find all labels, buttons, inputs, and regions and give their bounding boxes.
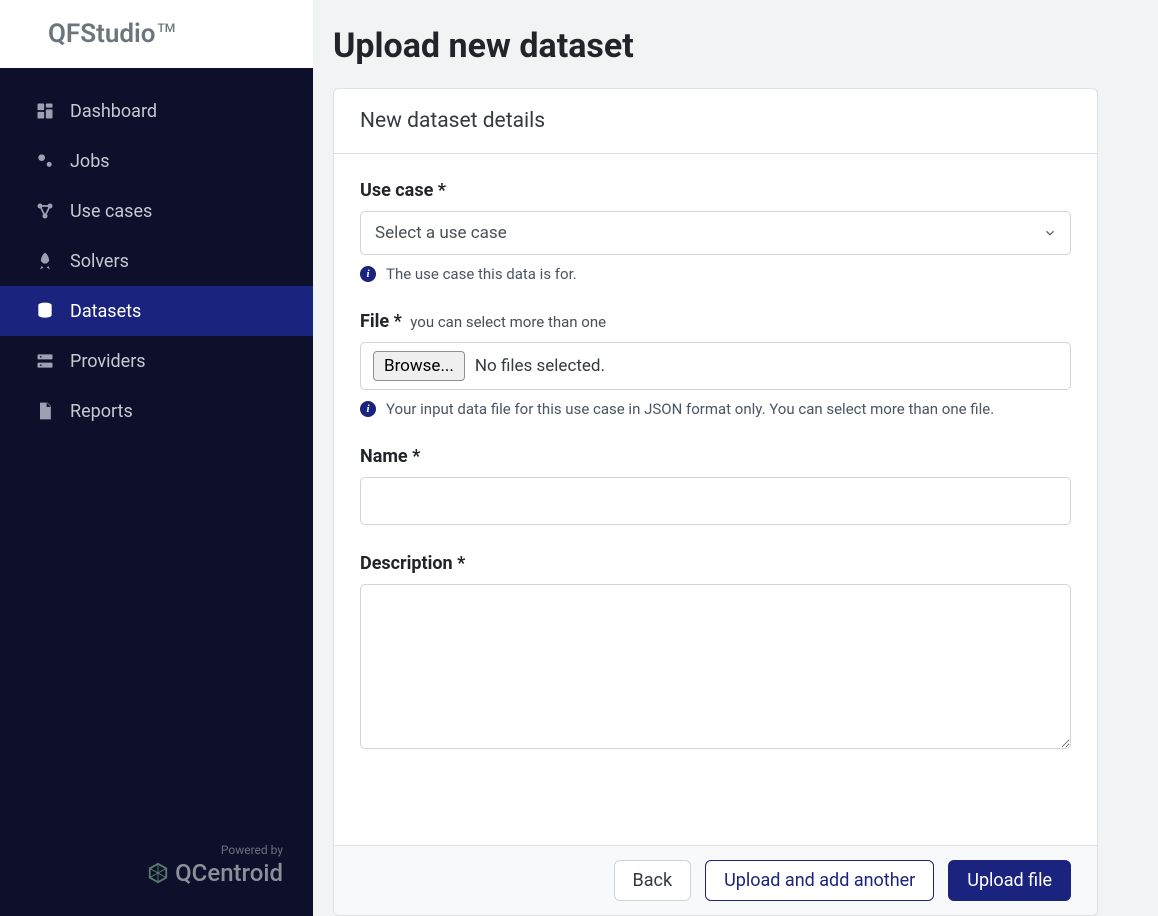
qcentroid-logo-icon <box>147 862 169 884</box>
database-icon <box>34 300 56 322</box>
usecase-help: i The use case this data is for. <box>360 265 1071 283</box>
sidebar-nav: Dashboard Jobs Use cases Solvers Dataset… <box>0 68 313 843</box>
sidebar-item-label: Use cases <box>70 201 152 222</box>
sidebar-item-label: Solvers <box>70 251 129 272</box>
sidebar-item-reports[interactable]: Reports <box>0 386 313 436</box>
file-input-wrapper[interactable]: Browse... No files selected. <box>360 342 1071 390</box>
sidebar: QFStudioTM Dashboard Jobs Use cases S <box>0 0 313 916</box>
sidebar-item-label: Jobs <box>70 151 110 172</box>
description-group: Description * <box>360 553 1071 753</box>
usecase-group: Use case * Select a use case i The use c… <box>360 180 1071 283</box>
sidebar-item-providers[interactable]: Providers <box>0 336 313 386</box>
sidebar-item-jobs[interactable]: Jobs <box>0 136 313 186</box>
back-button[interactable]: Back <box>614 860 692 901</box>
name-group: Name * <box>360 446 1071 525</box>
file-status: No files selected. <box>475 356 605 376</box>
card-body: Use case * Select a use case i The use c… <box>334 154 1097 845</box>
page-title: Upload new dataset <box>333 26 1098 66</box>
info-icon: i <box>360 401 376 417</box>
name-input[interactable] <box>360 477 1071 525</box>
main-content: Upload new dataset New dataset details U… <box>313 0 1158 916</box>
sidebar-item-usecases[interactable]: Use cases <box>0 186 313 236</box>
sidebar-item-label: Reports <box>70 401 133 422</box>
usecase-label: Use case * <box>360 180 1071 201</box>
info-icon: i <box>360 266 376 282</box>
file-group: File * you can select more than one Brow… <box>360 311 1071 418</box>
sidebar-item-dashboard[interactable]: Dashboard <box>0 86 313 136</box>
name-label: Name * <box>360 446 1071 467</box>
sidebar-item-solvers[interactable]: Solvers <box>0 236 313 286</box>
sidebar-footer: Powered by QCentroid <box>0 843 313 916</box>
description-label: Description * <box>360 553 1071 574</box>
sidebar-header: QFStudioTM <box>0 0 313 68</box>
file-help: i Your input data file for this use case… <box>360 400 1071 418</box>
card-footer: Back Upload and add another Upload file <box>334 845 1097 915</box>
app-name: QFStudio <box>48 19 155 49</box>
file-label: File * you can select more than one <box>360 311 1071 332</box>
document-icon <box>34 400 56 422</box>
footer-brand-text: QCentroid <box>175 859 283 887</box>
trademark: TM <box>157 21 175 35</box>
footer-brand: QCentroid <box>147 859 283 887</box>
gears-icon <box>34 150 56 172</box>
sidebar-item-label: Dashboard <box>70 101 157 122</box>
upload-file-button[interactable]: Upload file <box>948 860 1071 901</box>
sidebar-item-label: Datasets <box>70 301 141 322</box>
usecase-select[interactable]: Select a use case <box>360 211 1071 255</box>
rocket-icon <box>34 250 56 272</box>
form-card: New dataset details Use case * Select a … <box>333 88 1098 916</box>
server-icon <box>34 350 56 372</box>
powered-by-label: Powered by <box>0 843 283 857</box>
card-header: New dataset details <box>334 89 1097 154</box>
sidebar-item-label: Providers <box>70 351 146 372</box>
app-logo: QFStudioTM <box>48 19 175 49</box>
network-icon <box>34 200 56 222</box>
upload-add-another-button[interactable]: Upload and add another <box>705 860 934 901</box>
browse-button[interactable]: Browse... <box>373 351 465 381</box>
sidebar-item-datasets[interactable]: Datasets <box>0 286 313 336</box>
dashboard-icon <box>34 100 56 122</box>
description-input[interactable] <box>360 584 1071 749</box>
